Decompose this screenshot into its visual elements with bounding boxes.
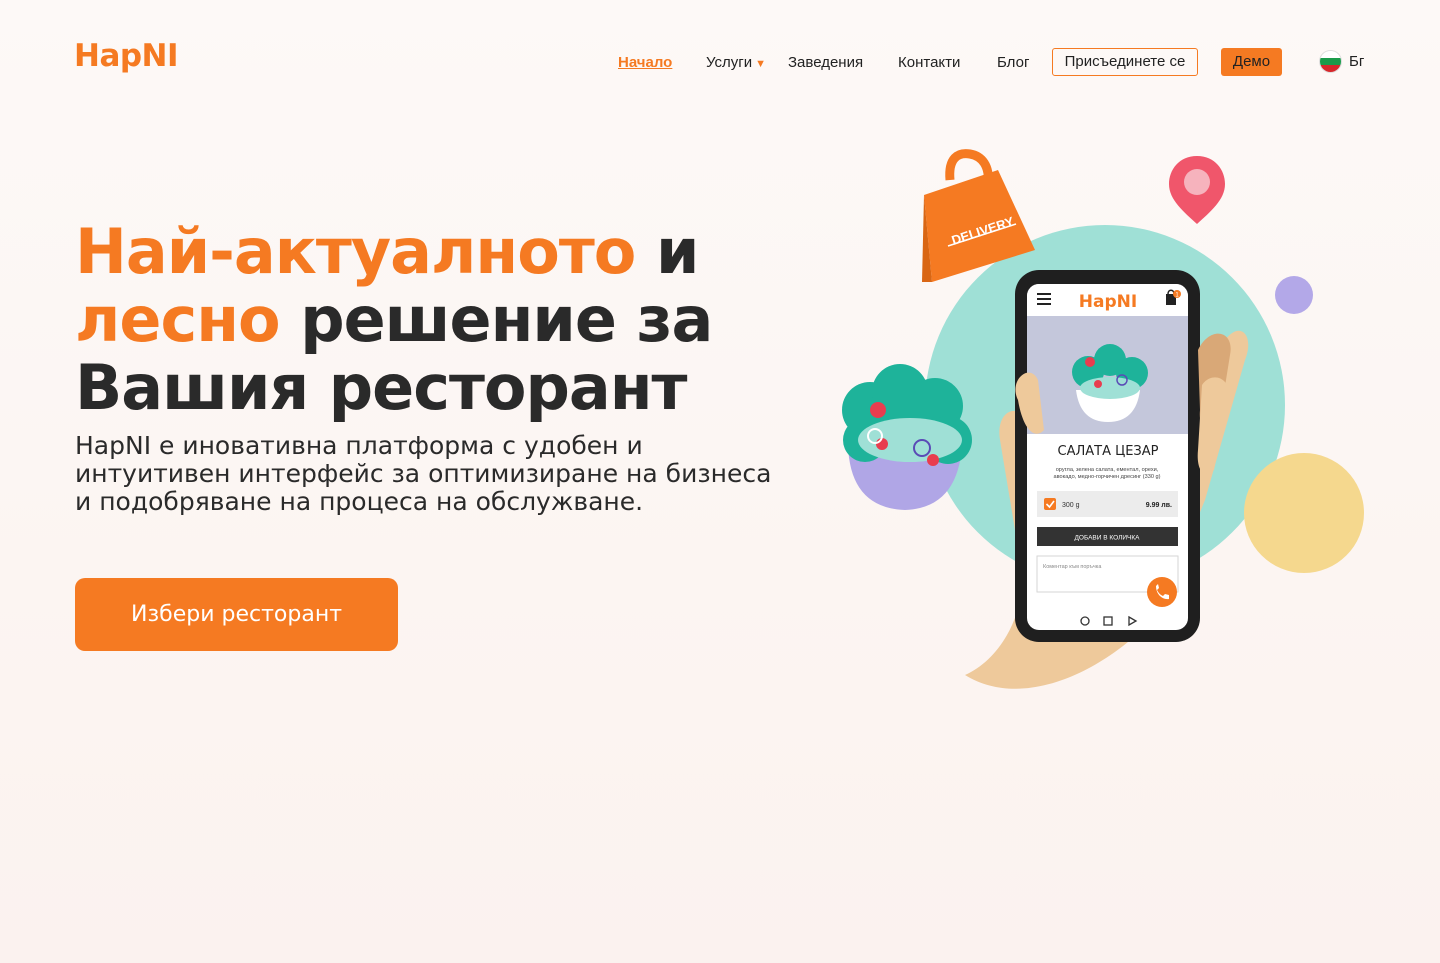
headline-part-4: решение за [279, 283, 713, 356]
yellow-circle [1244, 453, 1364, 573]
dish-description-1: оруглa, зелена салата, ементал, орехи, [1056, 467, 1159, 473]
headline-part-3: лесно [75, 283, 281, 356]
phone-logo: HapNI [1079, 292, 1137, 312]
chevron-down-icon: ▼ [755, 58, 767, 70]
option-weight: 300 g [1062, 502, 1080, 509]
demo-button[interactable]: Демо [1221, 48, 1282, 76]
headline-part-2: и [635, 215, 699, 288]
nav-item-venues[interactable]: Заведения [788, 54, 863, 71]
join-button[interactable]: Присъединете се [1052, 48, 1198, 76]
dish-description-2: авокадо, медно-горчичен дресинг (330 g) [1054, 474, 1161, 480]
hero-subtitle: HapNI е иновативна платформа с удобен и … [75, 431, 772, 516]
dish-title: САЛАТА ЦЕЗАР [1058, 444, 1159, 459]
add-to-cart-label: ДОБАВИ В КОЛИЧКА [1075, 535, 1141, 542]
headline-part-1: Най-актуалното [75, 215, 636, 288]
choose-restaurant-button[interactable]: Избери ресторант [75, 578, 398, 651]
bulgaria-flag-icon [1320, 51, 1341, 72]
location-pin-icon [1169, 156, 1225, 224]
comment-placeholder: Коментар към поръчка [1043, 564, 1102, 570]
option-price: 9.99 лв. [1146, 502, 1172, 509]
headline-part-5: Вашия ресторант [75, 351, 687, 424]
nav-item-services[interactable]: Услуги ▼ [706, 54, 766, 71]
hero-headline: Най-актуалното и лесно решение за Вашия … [75, 218, 775, 422]
nav-item-contacts[interactable]: Контакти [898, 54, 960, 71]
menu-icon [1037, 293, 1051, 305]
checkbox-icon [1044, 498, 1056, 510]
phone-call-icon [1147, 577, 1177, 607]
nav-item-blog[interactable]: Блог [997, 54, 1029, 71]
language-switcher[interactable]: Бг [1320, 51, 1364, 72]
lavender-dot [1275, 276, 1313, 314]
nav-item-services-label: Услуги [706, 54, 753, 71]
main-nav: Начало Услуги ▼ Заведения Контакти Блог П… [0, 48, 1440, 78]
nav-item-home[interactable]: Начало [618, 54, 672, 71]
language-label: Бг [1349, 53, 1365, 70]
hero-illustration: DELIVERY HapNI 1 САЛАТА ЦЕЗАР оруглa, зе… [842, 149, 1364, 689]
